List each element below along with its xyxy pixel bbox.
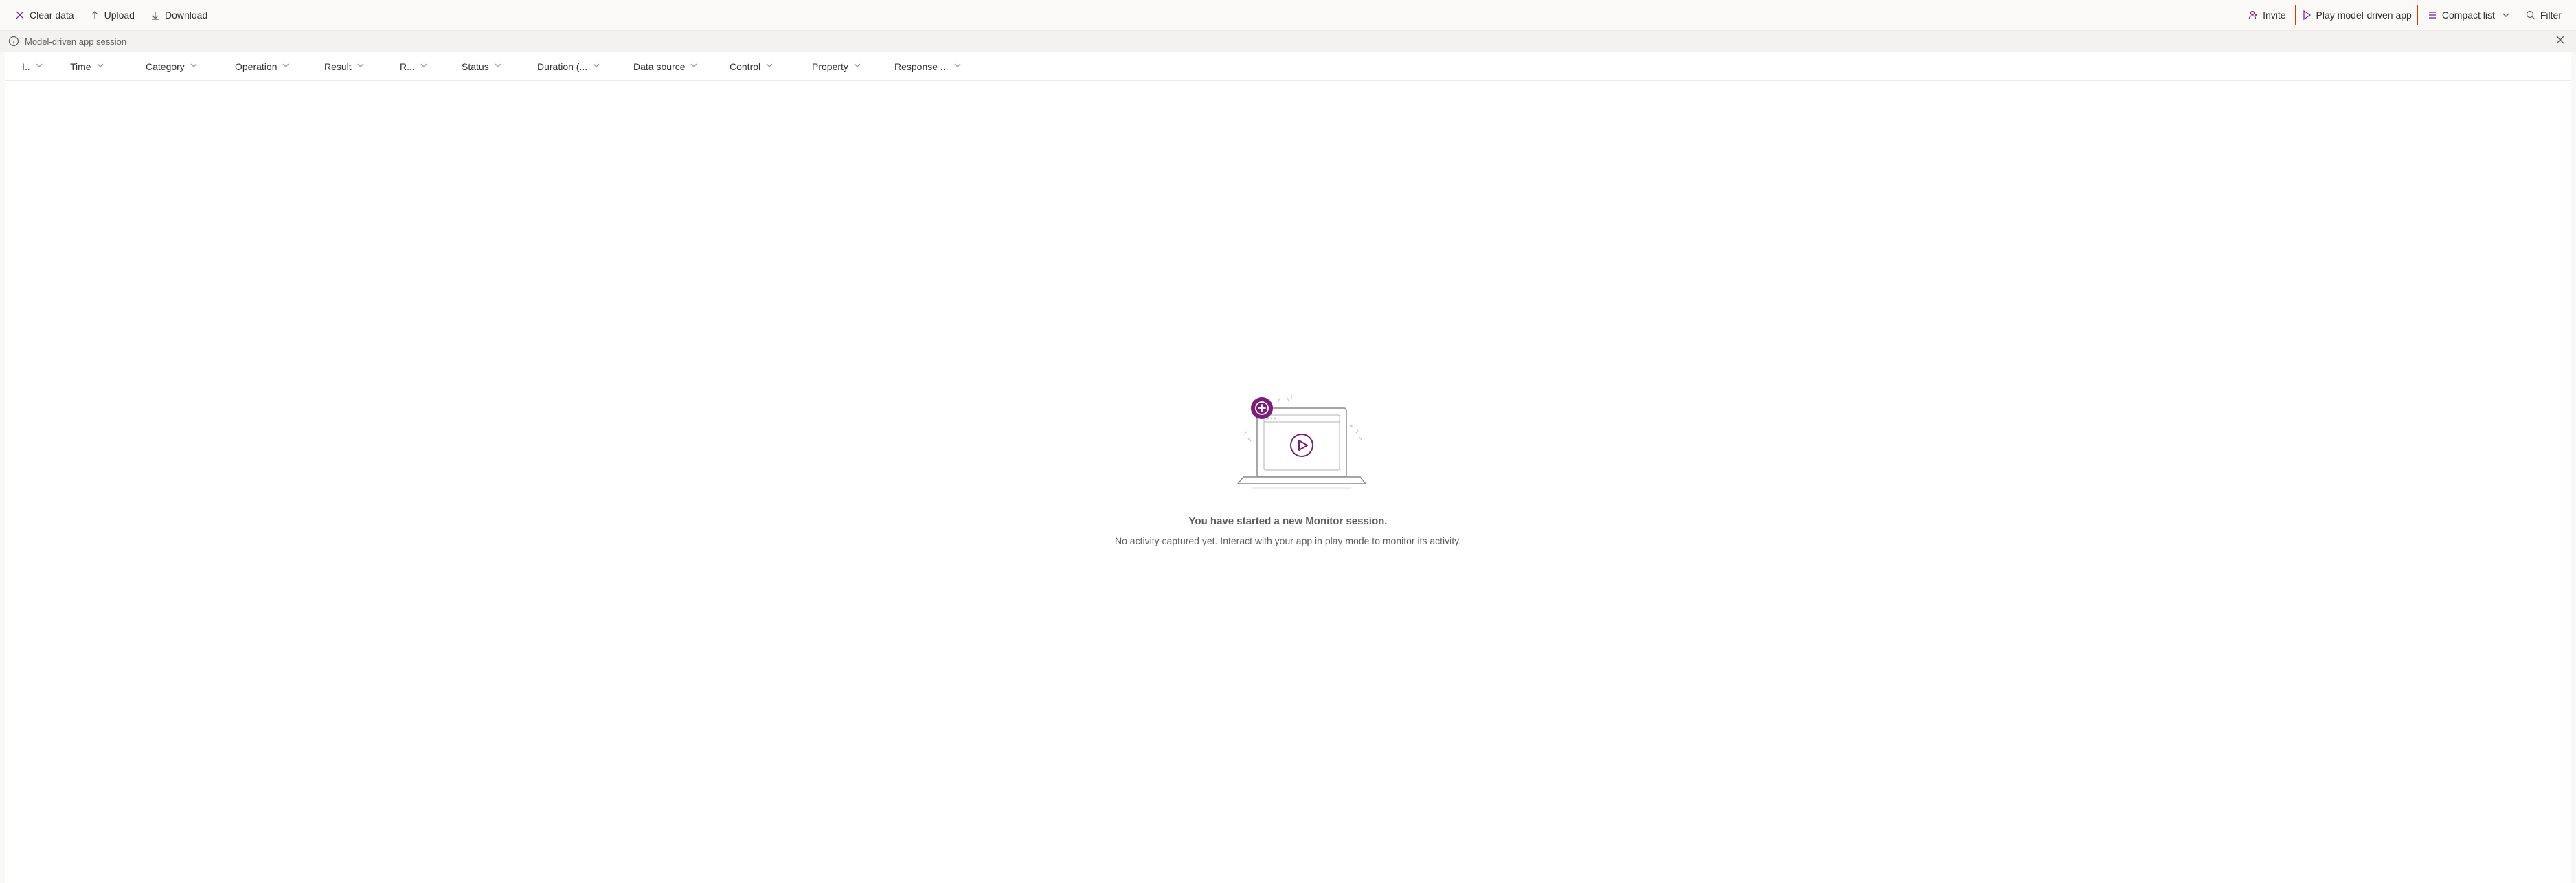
chevron-down-icon [765,60,774,72]
toolbar-right-group: Invite Play model-driven app Compact lis… [2241,5,2568,25]
column-control-label: Control [730,61,760,72]
column-header-control[interactable]: Control [721,60,804,72]
events-grid: I.. Time Category Operation Result R... … [5,52,2571,883]
empty-state-illustration [1199,390,1377,507]
top-toolbar: Clear data Upload Download Invite Pla [0,0,2576,30]
empty-state-subtitle: No activity captured yet. Interact with … [1115,535,1461,546]
invite-button[interactable]: Invite [2241,5,2292,25]
list-icon [2427,10,2438,21]
column-operation-label: Operation [235,61,277,72]
column-header-property[interactable]: Property [804,60,886,72]
upload-icon [89,10,100,21]
play-model-driven-app-button[interactable]: Play model-driven app [2295,5,2418,25]
invite-label: Invite [2263,10,2285,21]
chevron-down-icon [953,60,962,72]
column-header-category[interactable]: Category [137,60,227,72]
session-label: Model-driven app session [25,36,126,47]
column-header-status[interactable]: Status [453,60,529,72]
clear-data-button[interactable]: Clear data [8,5,80,25]
filter-label: Filter [2540,10,2562,21]
chevron-down-icon [591,60,601,72]
close-session-bar-button[interactable] [2553,32,2568,50]
column-property-label: Property [812,61,848,72]
filter-button[interactable]: Filter [2519,5,2568,25]
column-header-time[interactable]: Time [62,60,137,72]
empty-state-title: You have started a new Monitor session. [1189,515,1388,527]
chevron-down-icon [2502,11,2510,19]
chevron-down-icon [689,60,699,72]
download-label: Download [165,10,207,21]
column-header-result[interactable]: Result [316,60,392,72]
compact-list-button[interactable]: Compact list [2421,5,2516,25]
column-result-label: Result [324,61,352,72]
clear-data-label: Clear data [30,10,74,21]
grid-header-row: I.. Time Category Operation Result R... … [5,52,2571,81]
upload-label: Upload [104,10,135,21]
column-id-label: I.. [22,61,30,72]
column-time-label: Time [70,61,91,72]
play-label: Play model-driven app [2316,10,2412,21]
column-header-operation[interactable]: Operation [227,60,316,72]
column-status-label: Status [462,61,489,72]
column-duration-label: Duration (... [537,61,587,72]
invite-icon [2248,10,2259,21]
empty-state: You have started a new Monitor session. … [5,81,2571,883]
info-icon [8,36,19,47]
chevron-down-icon [34,60,44,72]
chevron-down-icon [95,60,105,72]
session-info-left: Model-driven app session [8,36,126,47]
chevron-down-icon [493,60,503,72]
download-button[interactable]: Download [144,5,214,25]
chevron-down-icon [852,60,862,72]
download-icon [150,10,161,21]
filter-icon [2525,10,2536,21]
upload-button[interactable]: Upload [83,5,141,25]
close-icon [14,10,25,21]
chevron-down-icon [281,60,291,72]
chevron-down-icon [356,60,365,72]
chevron-down-icon [419,60,429,72]
chevron-down-icon [189,60,199,72]
compact-list-label: Compact list [2442,10,2495,21]
play-icon [2301,10,2312,21]
column-response-label: Response ... [894,61,949,72]
toolbar-left-group: Clear data Upload Download [8,5,214,25]
column-header-r[interactable]: R... [392,60,453,72]
column-header-data-source[interactable]: Data source [625,60,721,72]
column-header-response[interactable]: Response ... [886,60,989,72]
session-info-bar: Model-driven app session [0,30,2576,52]
column-header-id[interactable]: I.. [14,60,62,72]
column-r-label: R... [400,61,415,72]
column-datasource-label: Data source [633,61,685,72]
column-header-duration[interactable]: Duration (... [529,60,625,72]
column-category-label: Category [146,61,185,72]
